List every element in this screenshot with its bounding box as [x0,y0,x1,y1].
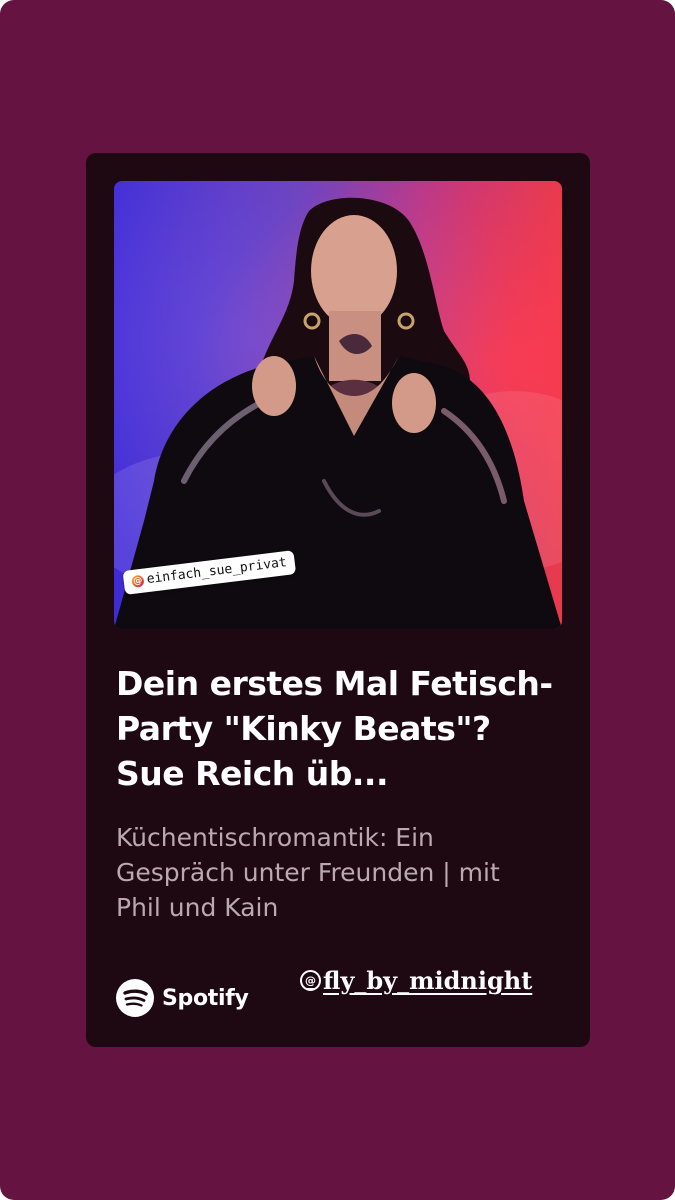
at-sign-icon: @ [300,970,321,991]
at-sign-icon: @ [131,574,145,588]
show-name: Küchentischromantik: Ein Gespräch unter … [116,823,500,922]
user-mention-sticker[interactable]: @ fly_by_midnight [300,966,532,995]
spotify-share-card[interactable]: @ einfach_sue_privat Dein erstes Mal Fet… [86,153,590,1047]
user-mention-text: fly_by_midnight [323,966,533,995]
spotify-brand[interactable]: Spotify [116,979,249,1017]
spotify-wordmark: Spotify [162,985,249,1011]
episode-title: Dein erstes Mal Fetisch-Party "Kinky Bea… [116,664,553,793]
story-background: @ einfach_sue_privat Dein erstes Mal Fet… [0,0,675,1200]
spotify-icon [116,979,154,1017]
episode-cover-image: @ einfach_sue_privat [114,181,562,629]
cover-photo-illustration [114,197,562,629]
